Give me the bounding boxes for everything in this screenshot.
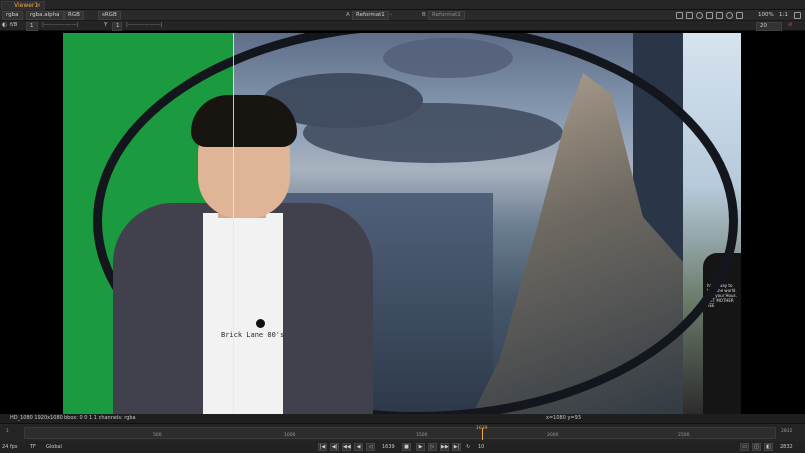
next-frame-button[interactable]: ▷ <box>428 443 437 451</box>
stop-icon[interactable]: ⊘ <box>788 21 793 30</box>
alpha-dropdown[interactable]: rgba.alpha <box>26 11 64 20</box>
pixel-coords: x=1080 y=93 <box>546 415 581 421</box>
channels-dropdown[interactable]: rgba <box>2 11 23 20</box>
image-frame: has a way to tour the world. see your Ho… <box>63 33 741 414</box>
viewer-settings-bar: ◐ f/8 1 |——————| Y 1 |——————| 20 ⊘ <box>0 21 805 31</box>
overlay-icon[interactable] <box>716 12 723 19</box>
format-info: HD_1080 1920x1080 <box>10 415 63 421</box>
gamma-field[interactable]: 1 <box>112 22 122 31</box>
timeline-tick: 1000 <box>284 433 296 438</box>
prev-key-button[interactable]: ◀| <box>330 443 339 451</box>
repeat-icon[interactable]: ↻ <box>466 441 470 453</box>
zoom-level[interactable]: 100% <box>758 11 774 20</box>
transport-bar: 24 fps TF Global |◀ ◀| ◀◀ ◀ ◁ 1639 ■ ▶ ▷… <box>0 441 805 453</box>
shirt-text: Brick Lane 80's <box>221 331 285 339</box>
in-out-icon[interactable]: ◫ <box>752 443 761 451</box>
stop-button[interactable]: ■ <box>402 443 411 451</box>
play-back-button[interactable]: ◀ <box>354 443 363 451</box>
lock-icon[interactable] <box>726 12 733 19</box>
timeline-ruler[interactable]: 500 1000 1500 2000 2500 1639 <box>24 426 776 440</box>
step-forward-button[interactable]: ▶▶ <box>440 443 449 451</box>
compare-dropdown[interactable]: - <box>390 11 392 20</box>
viewer-toolbar: rgba rgba.alpha RGB sRGB A Reformat1 - B… <box>0 10 805 21</box>
proxy-scale[interactable]: 1:1 <box>779 11 788 20</box>
display-dropdown[interactable]: sRGB <box>98 11 121 20</box>
grid-icon[interactable] <box>706 12 713 19</box>
tab-label: Viewer1 <box>14 2 39 9</box>
gamma-slider[interactable]: |——————| <box>126 21 163 30</box>
a-input-label: A <box>346 12 350 18</box>
tf-dropdown[interactable]: TF <box>30 441 36 453</box>
presenter: Brick Lane 80's <box>103 63 383 414</box>
shirt <box>203 213 283 414</box>
range-dropdown[interactable]: Global <box>46 441 62 453</box>
timeline-tick: 500 <box>153 433 162 438</box>
current-frame-field[interactable]: 1639 <box>382 441 395 453</box>
timeline-start: 1 <box>6 429 9 434</box>
b-input-label: B <box>422 12 426 18</box>
close-icon[interactable]: × <box>36 2 41 10</box>
timeline-end: 2832 <box>781 429 793 434</box>
frame-num-field[interactable]: 20 <box>756 22 782 31</box>
hair <box>191 95 297 147</box>
step-back-button[interactable]: ◀◀ <box>342 443 351 451</box>
bbox-info: bbox: 0 0 1 1 channels: rgba <box>64 415 136 421</box>
playhead-frame: 1639 <box>476 426 488 431</box>
gain-slider[interactable]: |——————| <box>42 21 79 30</box>
cache-icon[interactable]: ◧ <box>764 443 773 451</box>
fps-field[interactable]: 24 fps <box>2 441 18 453</box>
fstop-value[interactable]: f/8 <box>10 21 17 30</box>
wipe-handle[interactable] <box>233 33 234 414</box>
tab-viewer1[interactable]: Viewer1 × <box>1 1 45 10</box>
a-input-dropdown[interactable]: Reformat1 <box>352 11 389 20</box>
viewer-canvas[interactable]: has a way to tour the world. see your Ho… <box>0 31 805 414</box>
clip-warning-icon[interactable] <box>696 12 703 19</box>
exposure-icon[interactable]: ◐ <box>2 21 7 30</box>
timeline-tick: 2000 <box>547 433 559 438</box>
end-frame-field[interactable]: 2832 <box>780 441 793 453</box>
colorspace-dropdown[interactable]: RGB <box>64 11 84 20</box>
prev-frame-button[interactable]: ◁ <box>366 443 375 451</box>
layout-icon[interactable]: ▭ <box>740 443 749 451</box>
gamma-label: Y <box>104 22 108 28</box>
pause-icon[interactable] <box>736 12 743 19</box>
tab-bar: Viewer1 × <box>0 0 805 10</box>
lapel-mic-icon <box>256 319 265 328</box>
info-bar: HD_1080 1920x1080 bbox: 0 0 1 1 channels… <box>0 414 805 423</box>
fullscreen-icon[interactable] <box>794 12 801 19</box>
frame-field[interactable]: 1 <box>26 22 38 31</box>
step-field[interactable]: 10 <box>478 441 484 453</box>
timeline-tick: 1500 <box>416 433 428 438</box>
first-frame-button[interactable]: |◀ <box>318 443 327 451</box>
b-input-dropdown[interactable]: Reformat1 <box>428 11 465 20</box>
safe-area-icon[interactable] <box>686 12 693 19</box>
roi-icon[interactable] <box>676 12 683 19</box>
timeline-tick: 2500 <box>678 433 690 438</box>
last-frame-button[interactable]: ▶| <box>452 443 461 451</box>
timeline: 1 500 1000 1500 2000 2500 1639 2832 <box>0 423 805 441</box>
play-forward-button[interactable]: ▶ <box>416 443 425 451</box>
